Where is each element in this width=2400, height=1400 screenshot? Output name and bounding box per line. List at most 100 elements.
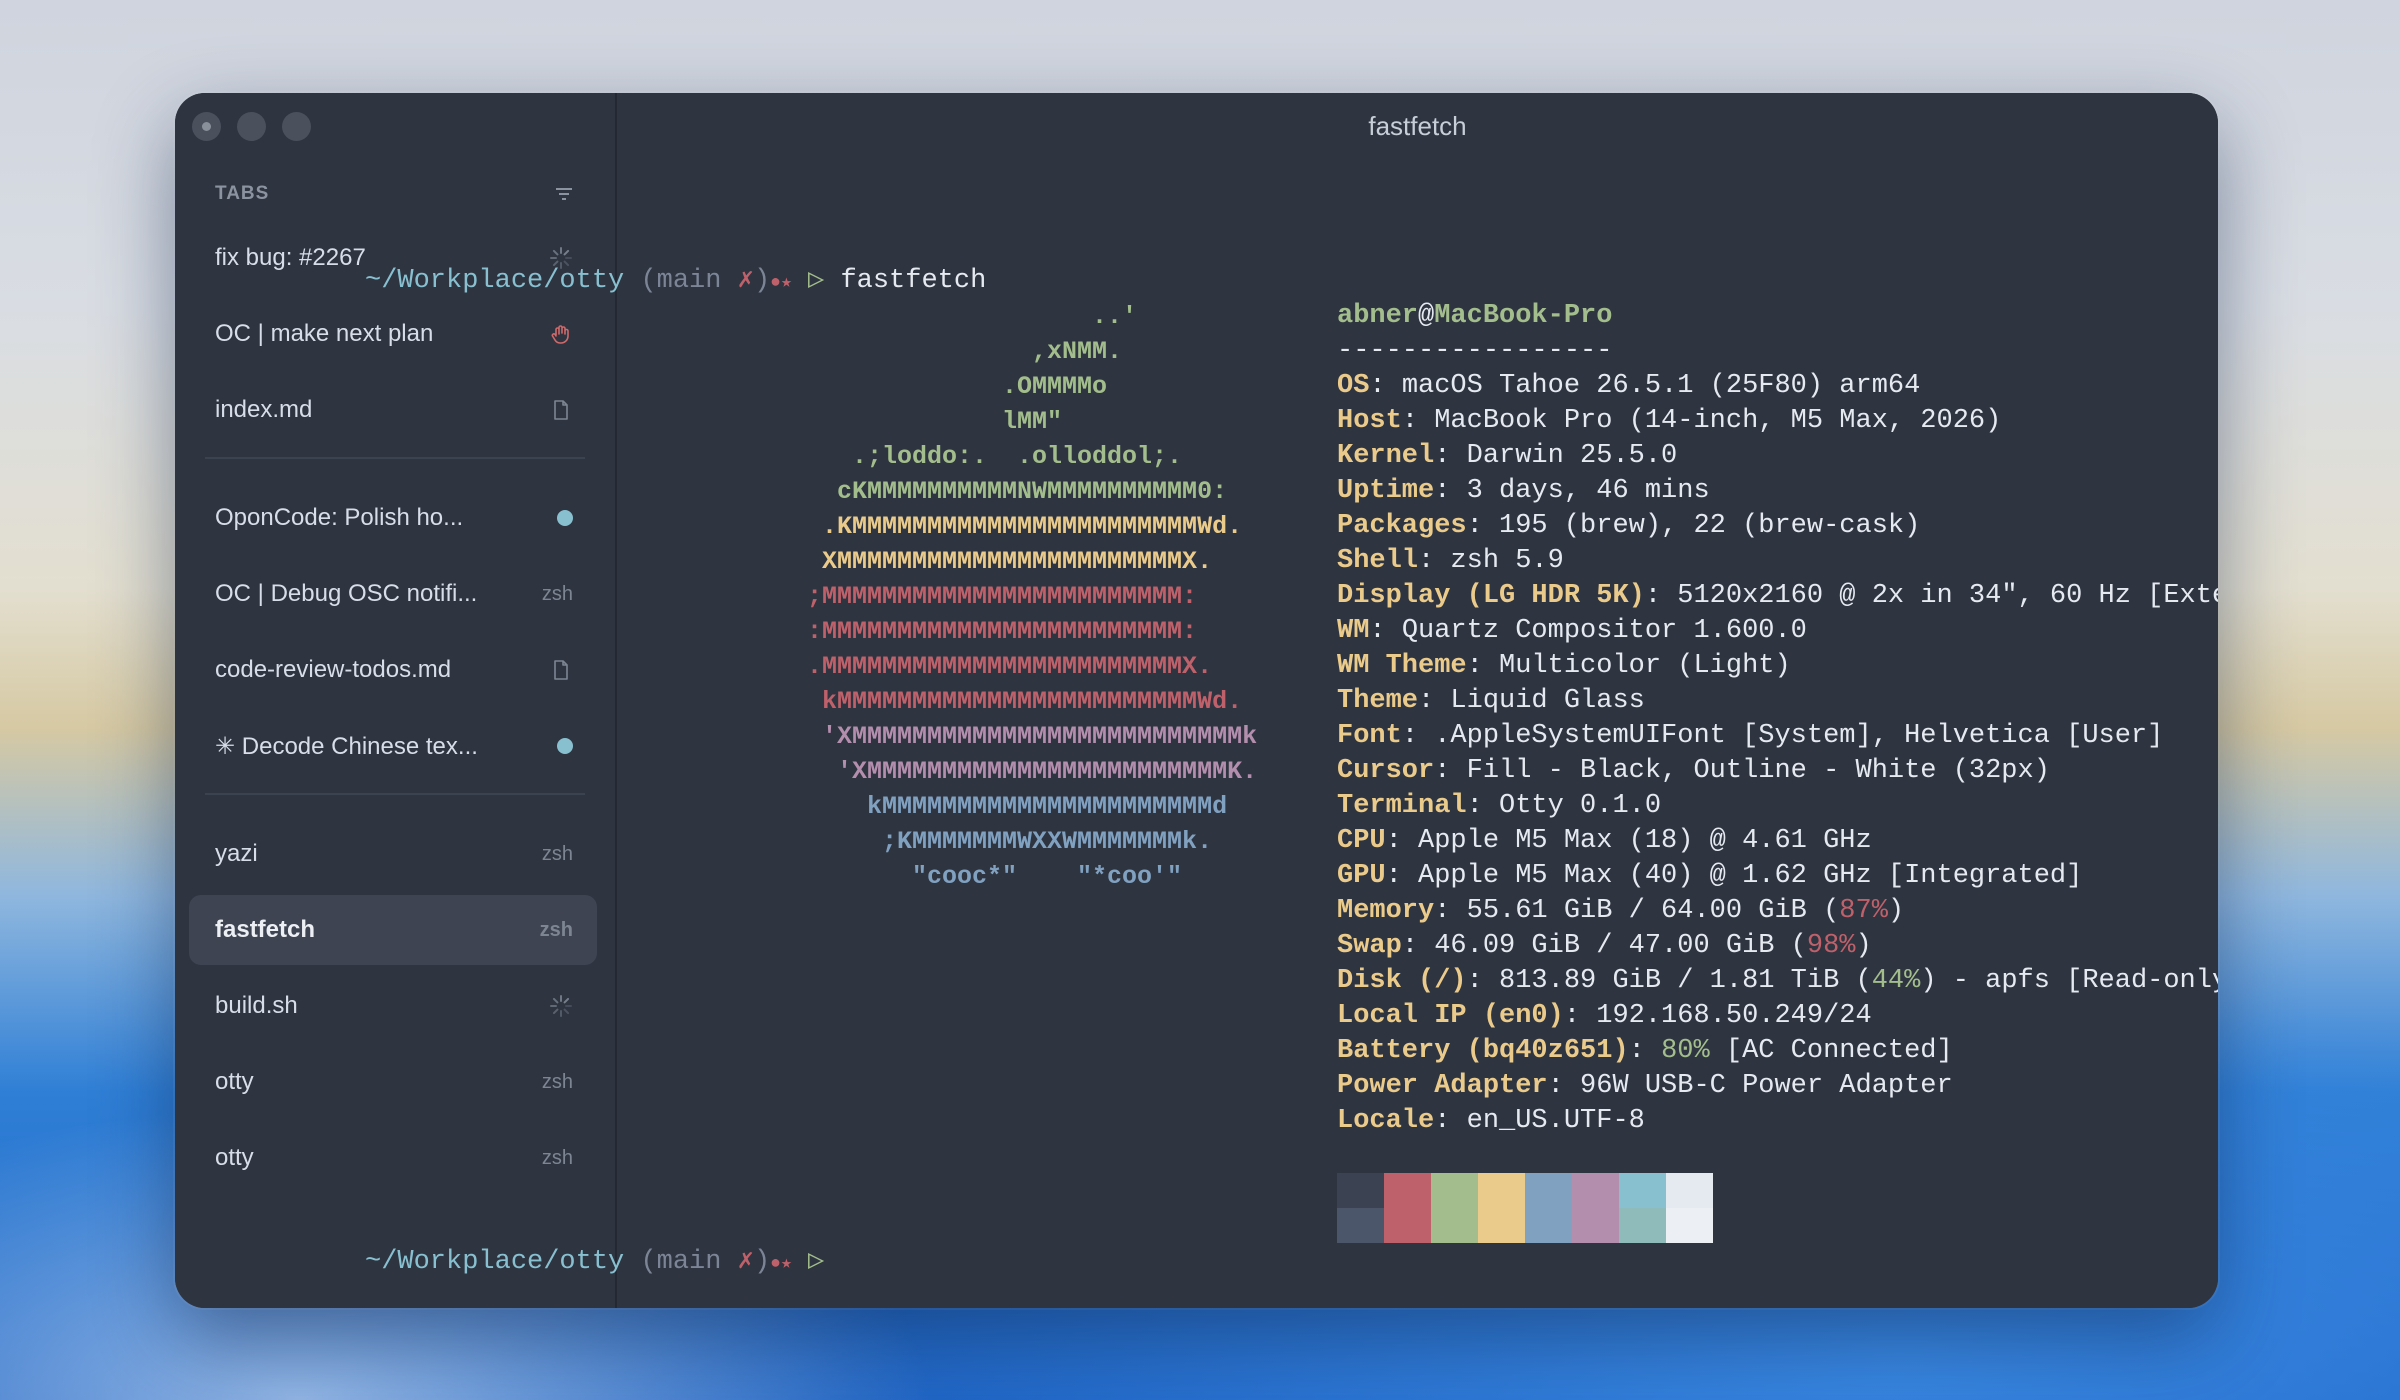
prompt-branch-close: )	[753, 266, 771, 296]
info-key: WM	[1337, 616, 1370, 646]
tab-status	[549, 398, 573, 422]
info-value: MacBook Pro (14-inch, M5 Max, 2026)	[1434, 406, 2002, 436]
tab-label: ✳ Decode Chinese tex...	[215, 732, 478, 760]
swatch-bright	[1478, 1208, 1525, 1243]
terminal-pane[interactable]: fastfetch ~/Workplace/otty (main ✗)●★ ▷ …	[365, 93, 2218, 1308]
info-value: 813.89 GiB / 1.81 TiB (	[1499, 966, 1872, 996]
prompt-command: fastfetch	[840, 266, 987, 296]
info-row: Disk (/): 813.89 GiB / 1.81 TiB (44%) - …	[1337, 964, 2218, 999]
info-colon: :	[1369, 616, 1402, 646]
swatch-bright	[1337, 1208, 1384, 1243]
tab-item[interactable]: fastfetch zsh	[189, 895, 597, 965]
ascii-logo-line: cKMMMMMMMMMMNWMMMMMMMMMM0:	[807, 477, 1228, 506]
info-row: Shell: zsh 5.9	[1337, 544, 1564, 579]
info-key: Cursor	[1337, 756, 1435, 786]
info-value: Multicolor (Light)	[1499, 651, 1791, 681]
tab-label: OC | make next plan	[215, 320, 434, 347]
info-row: Cursor: Fill - Black, Outline - White (3…	[1337, 754, 2050, 789]
spinner-icon	[550, 995, 572, 1017]
prompt-arrow-icon: ▷	[807, 266, 825, 296]
swatch-normal	[1666, 1173, 1713, 1208]
info-colon: :	[1644, 581, 1678, 611]
info-value: zsh 5.9	[1450, 546, 1564, 576]
color-swatch	[1478, 1173, 1525, 1243]
info-value: macOS Tahoe 26.5.1 (25F80) arm64	[1401, 371, 1921, 401]
tab-item[interactable]: index.md	[189, 375, 597, 445]
document-icon	[554, 400, 568, 420]
tab-item[interactable]: build.sh	[189, 971, 597, 1041]
tab-label: otty	[215, 1068, 254, 1095]
ascii-logo-line: .;loddo:. .olloddol;.	[807, 442, 1183, 471]
tab-item[interactable]: OC | make next plan	[189, 299, 597, 369]
tab-status	[557, 510, 573, 526]
document-icon	[554, 660, 568, 680]
at-sign: @	[1418, 301, 1435, 331]
info-colon: :	[1418, 546, 1451, 576]
info-row: GPU: Apple M5 Max (40) @ 1.62 GHz [Integ…	[1337, 859, 2082, 894]
tab-item[interactable]: otty zsh	[189, 1047, 597, 1117]
info-row: Locale: en_US.UTF-8	[1337, 1104, 1645, 1139]
tab-status	[549, 994, 573, 1018]
info-colon: :	[1466, 511, 1500, 541]
ascii-logo-line: kMMMMMMMMMMMMMMMMMMMMMMMMWd.	[807, 687, 1243, 716]
info-row: Battery (bq40z651): 80% [AC Connected]	[1337, 1034, 1953, 1069]
info-value-tail: [AC Connected]	[1709, 1036, 1953, 1066]
filter-icon[interactable]	[553, 183, 575, 205]
tab-item[interactable]: ✳ Decode Chinese tex...	[189, 711, 597, 781]
info-colon: :	[1466, 966, 1500, 996]
minimize-button[interactable]	[237, 112, 266, 141]
tab-item[interactable]: code-review-todos.md	[189, 635, 597, 705]
shell-prompt: ~/Workplace/otty (main ✗)●★ ▷	[365, 1245, 824, 1280]
info-colon: :	[1563, 1001, 1597, 1031]
zoom-button[interactable]	[282, 112, 311, 141]
info-colon: :	[1434, 476, 1467, 506]
info-colon: :	[1466, 651, 1500, 681]
shell-prompt: ~/Workplace/otty (main ✗)●★ ▷ fastfetch	[365, 264, 986, 299]
swatch-bright	[1525, 1208, 1572, 1243]
tab-group-divider	[205, 793, 585, 795]
info-colon: :	[1434, 441, 1467, 471]
tab-item[interactable]: yazi zsh	[189, 819, 597, 889]
shell-label: zsh	[541, 1146, 573, 1169]
shell-label: zsh	[541, 1070, 573, 1093]
separator: -----------------	[1337, 336, 1613, 366]
info-percent: 44%	[1871, 966, 1921, 996]
info-key: Packages	[1337, 511, 1467, 541]
prompt-dirty-mark: ✗	[737, 1247, 754, 1277]
tab-status	[549, 658, 573, 682]
tab-label: fastfetch	[215, 916, 316, 943]
info-key: CPU	[1337, 826, 1386, 856]
tab-item[interactable]: otty zsh	[189, 1123, 597, 1193]
ascii-logo-line: XMMMMMMMMMMMMMMMMMMMMMMMX.	[807, 547, 1213, 576]
info-value: Liquid Glass	[1450, 686, 1645, 716]
close-button[interactable]	[192, 112, 221, 141]
ascii-logo-line: :MMMMMMMMMMMMMMMMMMMMMMMM:	[807, 617, 1198, 646]
info-row: Uptime: 3 days, 46 mins	[1337, 474, 1710, 509]
info-row: Packages: 195 (brew), 22 (brew-cask)	[1337, 509, 1920, 544]
swatch-bright	[1431, 1208, 1478, 1243]
tab-item[interactable]: OC | Debug OSC notifi... zsh	[189, 559, 597, 629]
info-row: WM Theme: Multicolor (Light)	[1337, 649, 1791, 684]
prompt-status-icon: ●★	[770, 273, 792, 293]
info-value: Quartz Compositor 1.600.0	[1401, 616, 1807, 646]
terminal-window: TABS fix bug: #2267 OC | make next plan in…	[175, 93, 2218, 1308]
shell-label: zsh	[539, 918, 573, 941]
info-colon: :	[1434, 756, 1467, 786]
prompt-branch-close: )	[753, 1247, 771, 1277]
info-value: en_US.UTF-8	[1466, 1106, 1645, 1136]
prompt-status-icon: ●★	[770, 1254, 792, 1274]
info-colon: :	[1434, 896, 1467, 926]
info-key: Host	[1337, 406, 1402, 436]
swatch-bright	[1666, 1208, 1713, 1243]
info-key: Font	[1337, 721, 1402, 751]
info-value: 192.168.50.249/24	[1596, 1001, 1872, 1031]
info-key: GPU	[1337, 861, 1386, 891]
info-value: Darwin 25.5.0	[1466, 441, 1678, 471]
info-colon: :	[1401, 931, 1435, 961]
tab-item[interactable]: OponCode: Polish ho...	[189, 483, 597, 553]
ascii-logo-line: ,xNMM.	[807, 337, 1123, 366]
ascii-logo-line: "cooc*" "*coo'"	[807, 862, 1183, 891]
info-colon: :	[1385, 826, 1419, 856]
